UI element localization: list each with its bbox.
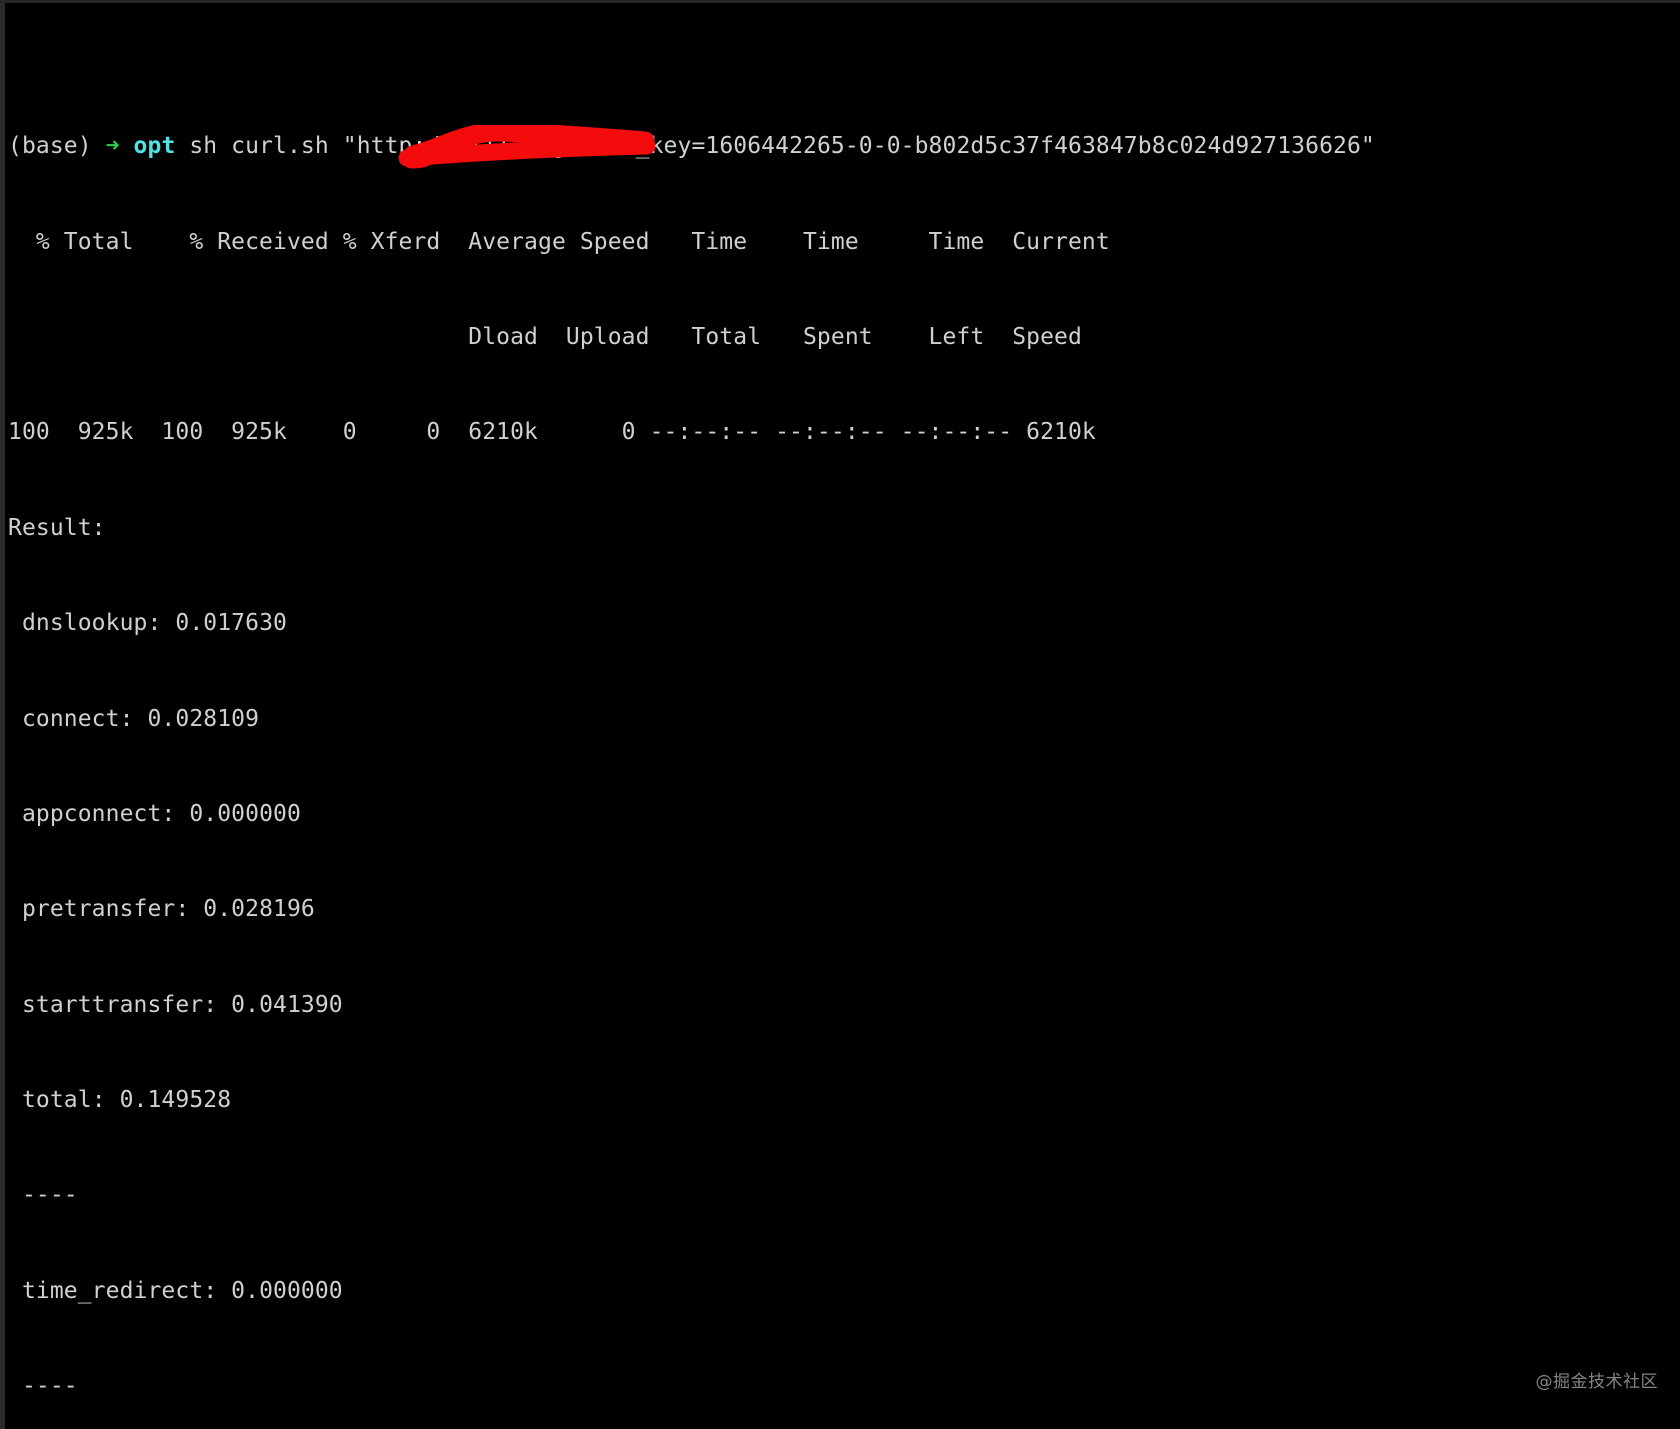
separator-1b: ---- (8, 1373, 78, 1400)
metric-key: connect (8, 705, 120, 732)
metric-total-1: total: 0.149528 (8, 1087, 232, 1114)
metric-key: pretransfer (8, 896, 176, 923)
progress-header-row1-1: % Total % Received % Xferd Average Speed… (8, 228, 1110, 255)
metric-key: total (8, 1087, 92, 1114)
metric-value: 0.028196 (203, 896, 315, 923)
command-suffix-1: /111.jpg?auth_key=1606442265-0-0-b802d5c… (454, 133, 1375, 160)
prompt-env: (base) (8, 133, 92, 160)
metric-value: 0.149528 (119, 1087, 232, 1114)
metric-key: appconnect (8, 800, 162, 827)
terminal-window[interactable]: (base) ➜ opt sh curl.sh "http:///111.jpg… (0, 0, 1680, 1429)
command-line-1[interactable]: (base) ➜ opt sh curl.sh "http:///111.jpg… (8, 131, 1680, 163)
metric-key: time_redirect (8, 1277, 204, 1304)
metric-connect-1: connect: 0.028109 (8, 705, 260, 732)
metric-value: 0.028109 (147, 705, 260, 732)
prompt-arrow-icon: ➜ (105, 133, 120, 160)
metric-appconnect-1: appconnect: 0.000000 (8, 800, 301, 827)
prompt-cwd: opt (133, 133, 176, 160)
result-label-1: Result: (8, 514, 106, 541)
metric-value: 0.017630 (175, 610, 287, 637)
metric-key: starttransfer (8, 991, 204, 1018)
metric-starttransfer-1: starttransfer: 0.041390 (8, 991, 343, 1018)
metric-dnslookup-1: dnslookup: 0.017630 (8, 610, 287, 637)
metric-value: 0.041390 (231, 991, 343, 1018)
metric-pretransfer-1: pretransfer: 0.028196 (8, 896, 315, 923)
command-prefix-1: sh curl.sh "http:// (189, 133, 455, 160)
metric-key: dnslookup (8, 610, 148, 637)
metric-value: 0.000000 (231, 1277, 343, 1304)
metric-value: 0.000000 (189, 800, 301, 827)
metric-time-redirect-1: time_redirect: 0.000000 (8, 1277, 343, 1304)
watermark: @掘金技术社区 (1535, 1372, 1658, 1393)
progress-stats-1: 100 925k 100 925k 0 0 6210k 0 --:--:-- -… (8, 419, 1096, 446)
separator-1a: ---- (8, 1182, 78, 1209)
progress-header-row2-1: Dload Upload Total Spent Left Speed (8, 323, 1082, 350)
